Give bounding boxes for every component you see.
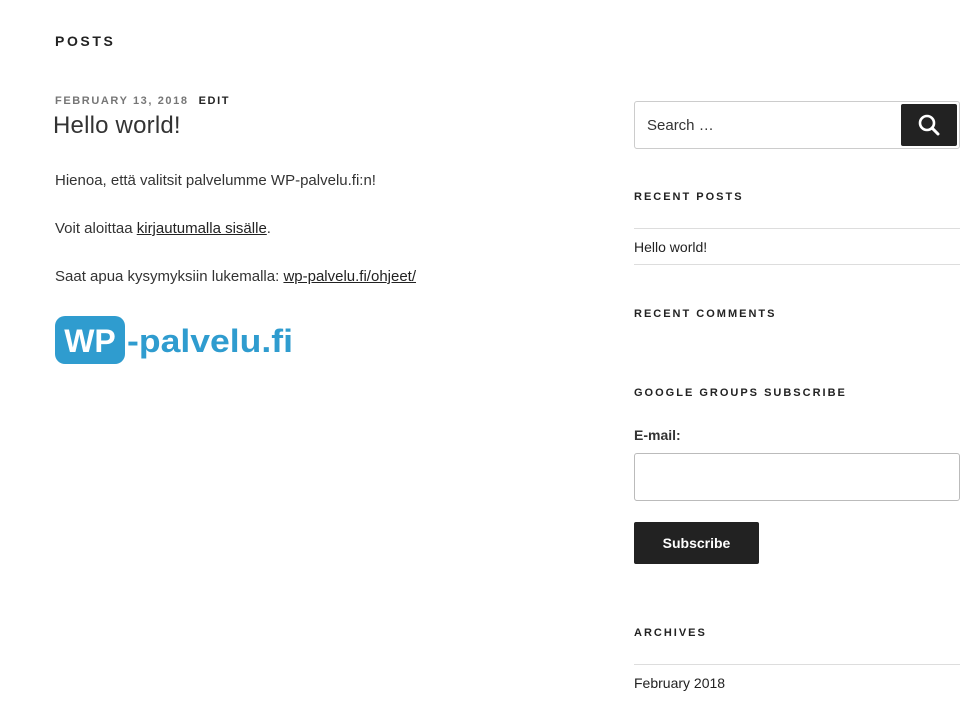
archive-link[interactable]: February 2018 bbox=[634, 675, 725, 691]
list-item: Hello world! bbox=[634, 228, 960, 265]
paragraph-help: Saat apua kysymyksiin lukemalla: wp-palv… bbox=[55, 268, 417, 285]
recent-posts-title: RECENT POSTS bbox=[634, 191, 744, 203]
page-title: POSTS bbox=[55, 33, 116, 49]
subscribe-button[interactable]: Subscribe bbox=[634, 522, 759, 564]
email-label: E-mail: bbox=[634, 427, 681, 443]
paragraph-welcome: Hienoa, että valitsit palvelumme WP-palv… bbox=[55, 172, 376, 189]
post-title[interactable]: Hello world! bbox=[53, 112, 181, 140]
entry-meta: FEBRUARY 13, 2018 EDIT bbox=[55, 95, 230, 107]
search-form bbox=[634, 101, 960, 149]
search-icon bbox=[918, 114, 940, 136]
post-content: Hienoa, että valitsit palvelumme WP-palv… bbox=[55, 171, 595, 365]
logo-domain-text: -palvelu.fi bbox=[127, 323, 293, 359]
archives-title: ARCHIVES bbox=[634, 627, 707, 639]
recent-posts-list: Hello world! bbox=[634, 228, 960, 265]
list-item: February 2018 bbox=[634, 665, 960, 701]
email-field[interactable] bbox=[634, 453, 960, 501]
recent-comments-title: RECENT COMMENTS bbox=[634, 308, 777, 320]
help-link[interactable]: wp-palvelu.fi/ohjeet/ bbox=[283, 268, 416, 285]
paragraph-login: Voit aloittaa kirjautumalla sisälle. bbox=[55, 220, 271, 237]
post-date[interactable]: FEBRUARY 13, 2018 bbox=[55, 95, 189, 107]
recent-post-link[interactable]: Hello world! bbox=[634, 239, 707, 255]
google-groups-title: GOOGLE GROUPS SUBSCRIBE bbox=[634, 387, 847, 399]
search-button[interactable] bbox=[901, 104, 957, 146]
edit-link[interactable]: EDIT bbox=[199, 95, 230, 107]
archives-list: February 2018 bbox=[634, 664, 960, 701]
logo-wp-text: WP bbox=[64, 323, 116, 359]
login-link[interactable]: kirjautumalla sisälle bbox=[137, 220, 267, 237]
wp-palvelu-logo: WP -palvelu.fi bbox=[55, 316, 293, 364]
